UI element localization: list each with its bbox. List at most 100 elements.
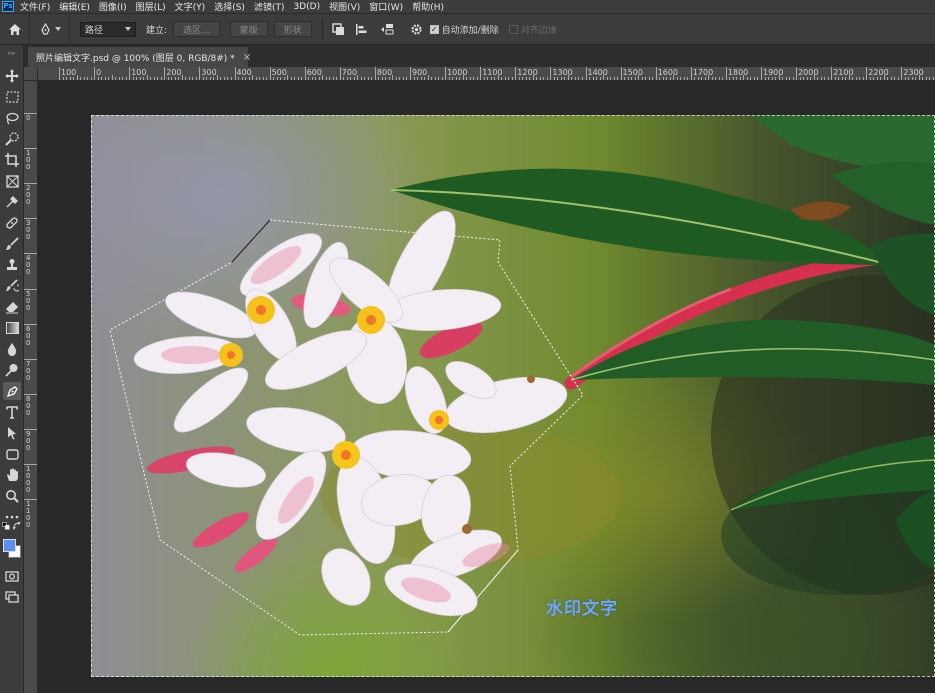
ruler-label: 700 <box>26 359 31 382</box>
tool-type[interactable] <box>3 403 21 421</box>
ruler-tick <box>332 77 334 80</box>
tool-frame[interactable] <box>3 172 21 190</box>
foreground-color-swatch[interactable] <box>3 539 16 552</box>
auto-add-delete-checkbox[interactable]: ✓ <box>429 24 439 34</box>
tool-zoom[interactable] <box>3 487 21 505</box>
tool-blur[interactable] <box>3 340 21 358</box>
menu-image[interactable]: 图像(I) <box>99 0 127 13</box>
ruler-label: 2000 <box>798 68 819 77</box>
frame-icon <box>5 174 19 188</box>
menu-layer[interactable]: 图层(L) <box>136 0 166 13</box>
make-selection-button[interactable]: 选区... <box>173 21 220 37</box>
ruler-tick <box>732 77 734 80</box>
tool-move[interactable] <box>3 67 21 85</box>
ruler-tick <box>536 77 538 80</box>
ruler-tick <box>87 77 89 80</box>
tool-dodge[interactable] <box>3 361 21 379</box>
ruler-tick <box>553 77 555 80</box>
ruler-tick <box>859 77 861 80</box>
ruler-label: 900 <box>26 429 31 452</box>
menu-file[interactable]: 文件(F) <box>20 0 50 13</box>
make-mask-button[interactable]: 蒙版 <box>229 21 268 37</box>
tool-eyedropper[interactable] <box>3 193 21 211</box>
align-edges-checkbox[interactable] <box>508 24 518 34</box>
ruler-tick <box>497 75 499 80</box>
tool-gradient[interactable] <box>3 319 21 337</box>
ruler-tick <box>480 67 482 80</box>
ruler-tick <box>325 77 327 80</box>
menu-window[interactable]: 窗口(W) <box>369 0 403 13</box>
screen-mode-button[interactable] <box>3 588 21 606</box>
ruler-origin[interactable] <box>24 67 38 81</box>
tool-pen[interactable] <box>3 382 21 400</box>
document-tab[interactable]: 照片编辑文字.psd @ 100% (图层 0, RGB/8#) * × <box>28 47 251 67</box>
menu-view[interactable]: 视图(V) <box>329 0 360 13</box>
tool-crop[interactable] <box>3 151 21 169</box>
swap-colors-button[interactable] <box>12 521 22 531</box>
tool-quick-select[interactable] <box>3 130 21 148</box>
path-alignment-button[interactable] <box>355 22 369 36</box>
ruler-tick <box>669 77 671 80</box>
pen-mode-select[interactable]: 路径 <box>80 21 136 37</box>
path-arrangement-button[interactable] <box>378 22 396 36</box>
ruler-tick <box>887 77 889 80</box>
ruler-label: 1100 <box>26 500 31 530</box>
ruler-tick <box>918 75 920 80</box>
tool-history-brush[interactable] <box>3 277 21 295</box>
ruler-tick <box>652 77 654 80</box>
tool-brush[interactable] <box>3 235 21 253</box>
ruler-label: 200 <box>166 68 182 77</box>
ruler-tick <box>139 77 141 80</box>
ruler-tick <box>83 77 85 80</box>
tool-path-select[interactable] <box>3 424 21 442</box>
tool-lasso[interactable] <box>3 109 21 127</box>
ruler-tick <box>750 77 752 80</box>
ruler-tick <box>599 77 601 80</box>
ruler-tick <box>845 77 847 80</box>
ruler-label: 1600 <box>657 68 679 77</box>
ruler-tick <box>434 77 436 80</box>
path-arrangement-icon <box>380 23 394 34</box>
ruler-tick <box>908 77 910 80</box>
ruler-tick <box>508 77 510 80</box>
photo-artwork <box>133 115 935 617</box>
ruler-tick <box>771 77 773 80</box>
ruler-label: 900 <box>412 68 428 77</box>
ruler-tick <box>567 75 569 80</box>
path-operations-button[interactable] <box>332 22 346 36</box>
ruler-tick <box>866 67 868 80</box>
menu-help[interactable]: 帮助(H) <box>412 0 444 13</box>
ruler-tick <box>483 77 485 80</box>
ruler-tick <box>97 77 99 80</box>
tool-marquee[interactable] <box>3 88 21 106</box>
horizontal-ruler[interactable]: 100 0 100 200 300 400 500 600 700 800 900 1000 1100 1… <box>24 67 935 81</box>
quick-mask-button[interactable] <box>3 567 21 585</box>
ruler-tick <box>785 77 787 80</box>
menu-type[interactable]: 文字(Y) <box>175 0 206 13</box>
tool-stamp[interactable] <box>3 256 21 274</box>
vertical-ruler[interactable]: 0 100 200 300 400 500 600 700 800 900 1000 1100 <box>24 81 38 693</box>
ruler-tick <box>357 75 359 80</box>
tool-rectangle[interactable] <box>3 445 21 463</box>
close-icon[interactable]: × <box>243 52 251 63</box>
menu-select[interactable]: 选择(S) <box>214 0 245 13</box>
ruler-tick <box>160 77 162 80</box>
tool-eraser[interactable] <box>3 298 21 316</box>
menu-edit[interactable]: 编辑(E) <box>59 0 90 13</box>
home-button[interactable] <box>0 13 30 45</box>
healing-brush-icon <box>6 217 18 229</box>
watermark-text[interactable]: 水印文字 <box>546 594 618 619</box>
make-shape-button[interactable]: 形状 <box>273 21 312 37</box>
tool-hand[interactable] <box>3 466 21 484</box>
settings-button[interactable] <box>410 22 424 36</box>
tool-healing-brush[interactable] <box>3 214 21 232</box>
panel-grip[interactable]: ▸▸ <box>0 45 24 61</box>
menu-3d[interactable]: 3D(D) <box>293 2 320 12</box>
ruler-tick <box>634 77 636 80</box>
default-colors-button[interactable] <box>1 521 11 531</box>
tool-preset-picker[interactable] <box>30 13 70 45</box>
menu-filter[interactable]: 滤镜(T) <box>254 0 285 13</box>
ruler-tick <box>209 77 211 80</box>
ruler-tick <box>413 77 415 80</box>
canvas-image[interactable] <box>91 115 935 677</box>
